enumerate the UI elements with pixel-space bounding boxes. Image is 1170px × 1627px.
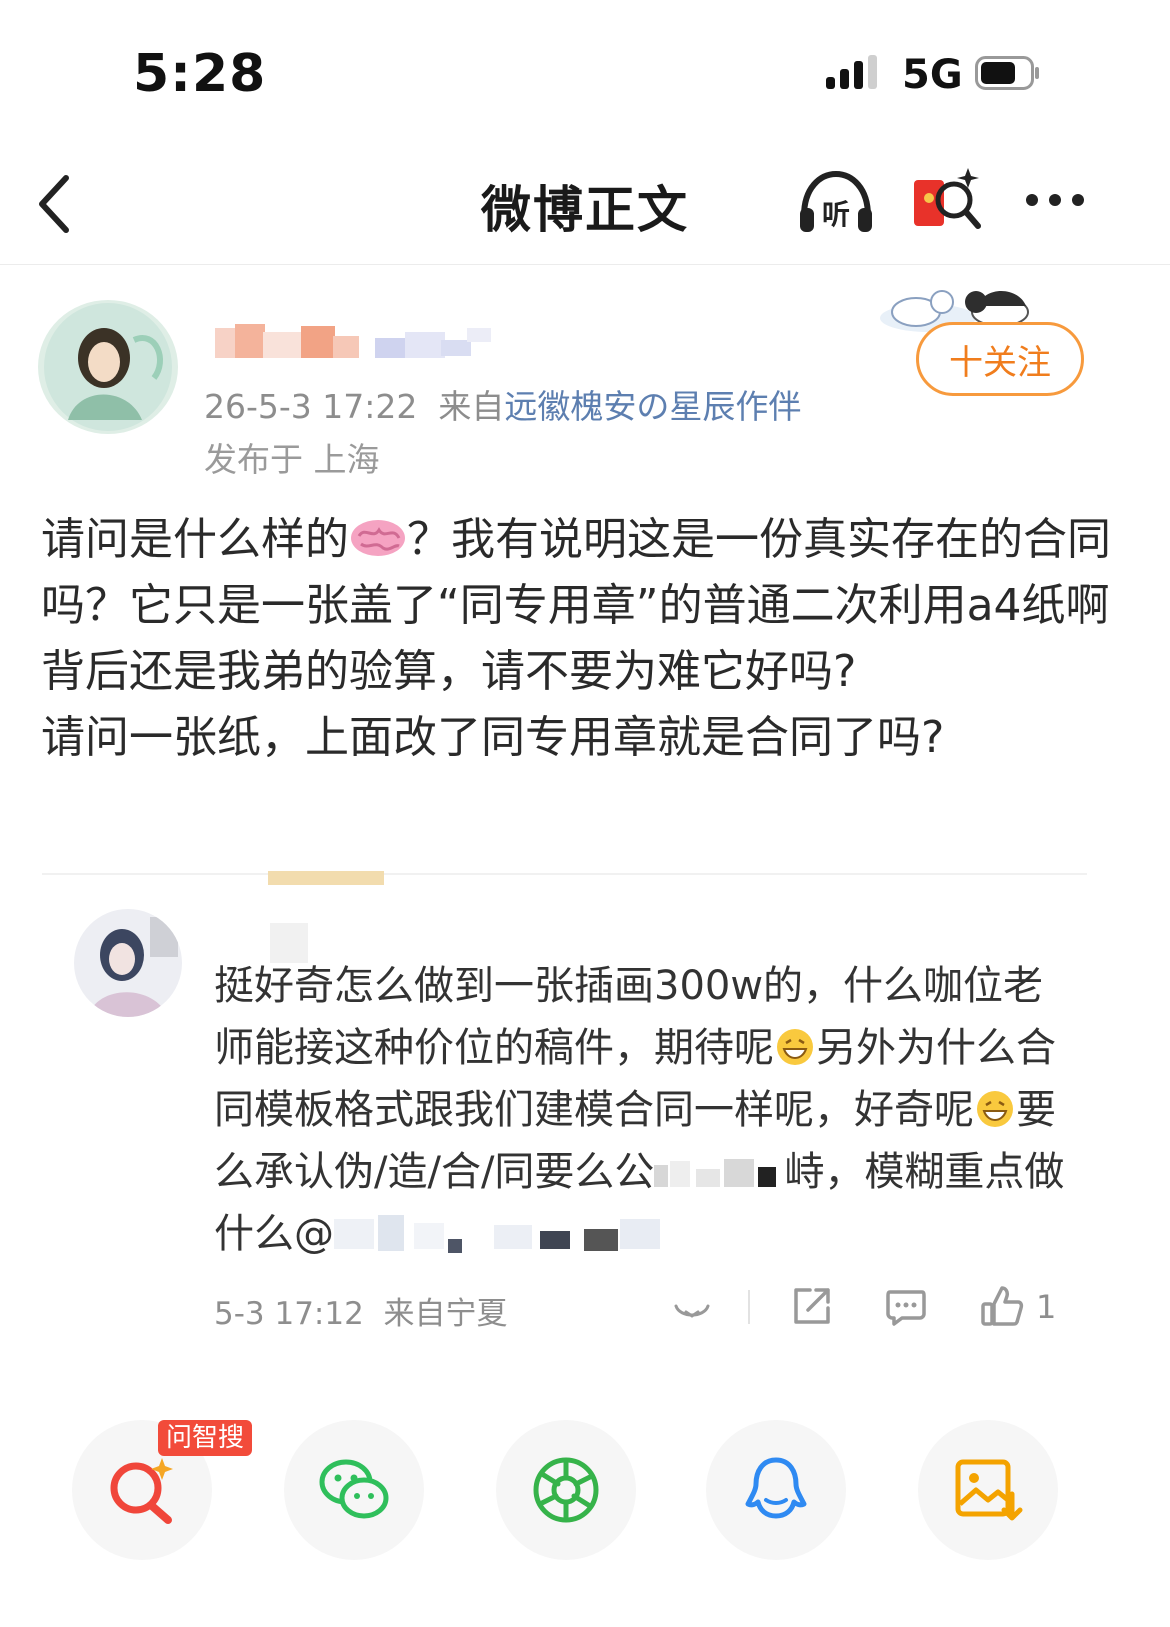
- signal-icon: [826, 55, 877, 89]
- mention-redacted[interactable]: [334, 1211, 694, 1255]
- divider-accent: [268, 871, 384, 885]
- share-moments-button[interactable]: [496, 1420, 636, 1560]
- author-avatar[interactable]: [38, 300, 178, 434]
- post-location: 发布于 上海: [204, 440, 380, 479]
- action-separator: [748, 1290, 750, 1324]
- post-source-link[interactable]: 远徽槐安の星辰作伴: [504, 387, 801, 426]
- follow-button[interactable]: 十关注: [916, 322, 1084, 396]
- qq-icon: [745, 1457, 807, 1519]
- post-meta: 26-5-3 17:22 来自远徽槐安の星辰作伴: [204, 380, 801, 428]
- grin-emoji: [777, 1029, 813, 1065]
- listen-icon[interactable]: 听: [796, 168, 876, 238]
- status-time: 5:28: [133, 44, 267, 104]
- post-paragraph-2: 请问一张纸，上面改了同专用章就是合同了吗?: [41, 712, 945, 763]
- red-envelope-icon[interactable]: [912, 166, 982, 240]
- emoji-react-icon[interactable]: [672, 1284, 712, 1328]
- brain-emoji: [351, 520, 405, 556]
- comment-text: 挺好奇怎么做到一张插画300w的，什么咖位老师能接这种价位的稿件，期待呢 另外为…: [214, 963, 1065, 1257]
- like-icon[interactable]: [980, 1284, 1024, 1328]
- moments-icon: [533, 1457, 599, 1523]
- share-icon[interactable]: [790, 1284, 834, 1328]
- divider: [42, 873, 1087, 875]
- post-body: 请问是什么样的 ？我有说明这是一份真实存在的合同吗？它只是一张盖了“同专用章”的…: [41, 507, 1131, 771]
- redacted-text: [654, 1159, 777, 1187]
- grin-emoji: [977, 1091, 1013, 1127]
- comment-timestamp: 5-3 17:12: [214, 1296, 364, 1332]
- svg-text:听: 听: [822, 198, 850, 231]
- comment-icon[interactable]: [884, 1284, 928, 1328]
- commenter-avatar[interactable]: [74, 909, 182, 1017]
- post-timestamp: 26-5-3 17:22: [204, 387, 418, 426]
- nav-bar: 微博正文 听: [0, 140, 1170, 265]
- comment-actions: 1: [664, 1284, 1064, 1334]
- comment-source: 来自宁夏: [383, 1296, 508, 1332]
- like-count: 1: [1036, 1288, 1057, 1326]
- author-name-redacted[interactable]: [215, 322, 495, 364]
- share-wechat-button[interactable]: [284, 1420, 424, 1560]
- more-icon[interactable]: [1022, 188, 1088, 212]
- wechat-icon: [319, 1459, 389, 1519]
- network-type: 5G: [902, 52, 963, 98]
- post-paragraph-1: 请问是什么样的 ？我有说明这是一份真实存在的合同吗？它只是一张盖了“同专用章”的…: [41, 514, 1111, 697]
- battery-icon: [975, 56, 1039, 90]
- smart-search-icon: [110, 1458, 173, 1524]
- comment-meta: 5-3 17:12 来自宁夏: [214, 1288, 508, 1333]
- save-image-icon: [955, 1459, 1023, 1521]
- save-image-button[interactable]: [918, 1420, 1058, 1560]
- source-prefix: 来自: [438, 387, 505, 426]
- smart-search-badge: 问智搜: [158, 1420, 253, 1456]
- page-title: 微博正文: [481, 181, 689, 239]
- share-qq-button[interactable]: [706, 1420, 846, 1560]
